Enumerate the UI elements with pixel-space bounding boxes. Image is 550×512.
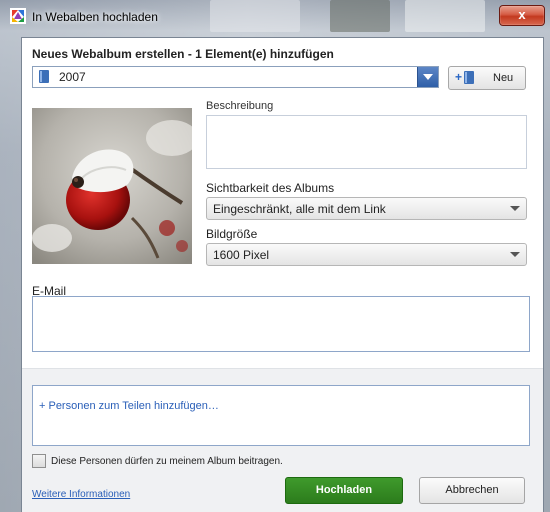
picasa-app-icon	[10, 8, 26, 24]
email-field[interactable]	[32, 296, 530, 352]
dropdown-arrow-icon[interactable]	[417, 67, 438, 87]
image-size-select-value: 1600 Pixel	[213, 248, 270, 262]
background-thumbnail	[330, 0, 390, 32]
visibility-label: Sichtbarkeit des Albums	[206, 181, 335, 195]
contribute-checkbox[interactable]	[32, 454, 46, 468]
window-frame: In Webalben hochladen x Neues Webalbum e…	[0, 0, 550, 512]
new-album-button[interactable]: + Neu	[448, 66, 526, 90]
share-people-box[interactable]: + Personen zum Teilen hinzufügen…	[32, 385, 530, 446]
dialog-heading: Neues Webalbum erstellen - 1 Element(e) …	[32, 47, 334, 61]
visibility-select[interactable]: Eingeschränkt, alle mit dem Link	[206, 197, 527, 220]
more-info-link[interactable]: Weitere Informationen	[32, 489, 130, 500]
background-thumbnail	[405, 0, 485, 32]
upload-button[interactable]: Hochladen	[285, 477, 403, 504]
chevron-down-icon	[510, 252, 520, 257]
photo-thumbnail	[32, 108, 192, 264]
new-album-icon	[464, 71, 474, 84]
dialog-client-area: Neues Webalbum erstellen - 1 Element(e) …	[21, 37, 544, 512]
window-title: In Webalben hochladen	[32, 10, 158, 24]
background-thumbnail	[210, 0, 300, 32]
description-label: Beschreibung	[206, 100, 274, 112]
image-size-select[interactable]: 1600 Pixel	[206, 243, 527, 266]
visibility-select-value: Eingeschränkt, alle mit dem Link	[213, 202, 386, 216]
contribute-checkbox-label: Diese Personen dürfen zu meinem Album be…	[51, 456, 283, 467]
close-icon: x	[518, 7, 526, 22]
album-book-icon	[39, 70, 49, 83]
plus-icon: +	[455, 70, 463, 84]
chevron-down-icon	[510, 206, 520, 211]
new-album-button-label: Neu	[493, 72, 514, 84]
image-size-label: Bildgröße	[206, 227, 258, 241]
album-select-value: 2007	[59, 70, 86, 84]
cancel-button[interactable]: Abbrechen	[419, 477, 525, 504]
add-people-link[interactable]: + Personen zum Teilen hinzufügen…	[39, 400, 219, 412]
close-button[interactable]: x	[499, 5, 545, 26]
album-select[interactable]: 2007	[32, 66, 439, 88]
description-field[interactable]	[206, 115, 527, 169]
